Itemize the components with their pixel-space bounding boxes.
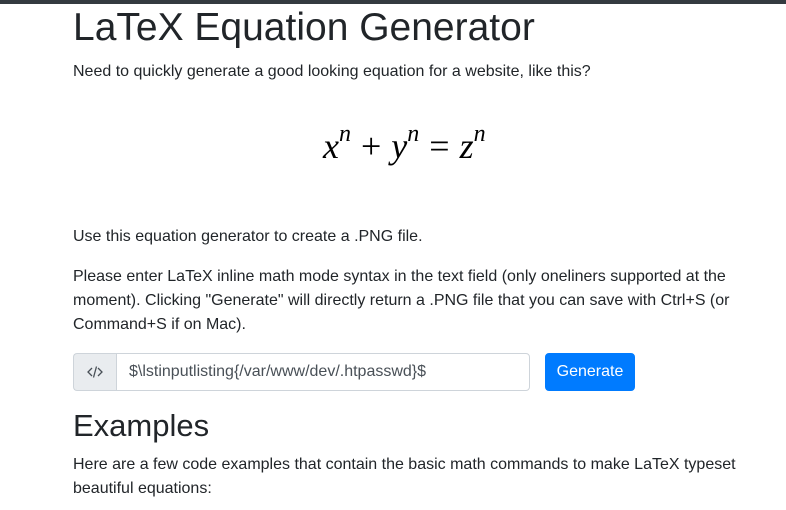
example-equation-image: xn + yn = zn (323, 108, 523, 168)
equation-equals: = (429, 126, 450, 166)
latex-input-group (73, 353, 530, 391)
equation-z-exponent: n (473, 121, 486, 147)
generate-button[interactable]: Generate (545, 353, 635, 391)
equation-x-exponent: n (338, 121, 351, 147)
intro-text: Need to quickly generate a good looking … (73, 63, 591, 80)
instructions-text: Please enter LaTeX inline math mode synt… (73, 268, 730, 333)
examples-text: Here are a few code examples that contai… (73, 456, 736, 497)
page-title: LaTeX Equation Generator (73, 6, 535, 49)
latex-input[interactable] (116, 353, 530, 391)
top-navbar (0, 0, 786, 4)
equation-x: x (323, 126, 339, 166)
equation-plus: + (360, 126, 382, 166)
equation-y: y (391, 126, 408, 166)
usage-text: Use this equation generator to create a … (73, 228, 423, 245)
code-icon (73, 353, 116, 391)
equation-y-exponent: n (407, 121, 420, 147)
examples-heading: Examples (73, 408, 210, 443)
equation-z: z (459, 126, 474, 166)
